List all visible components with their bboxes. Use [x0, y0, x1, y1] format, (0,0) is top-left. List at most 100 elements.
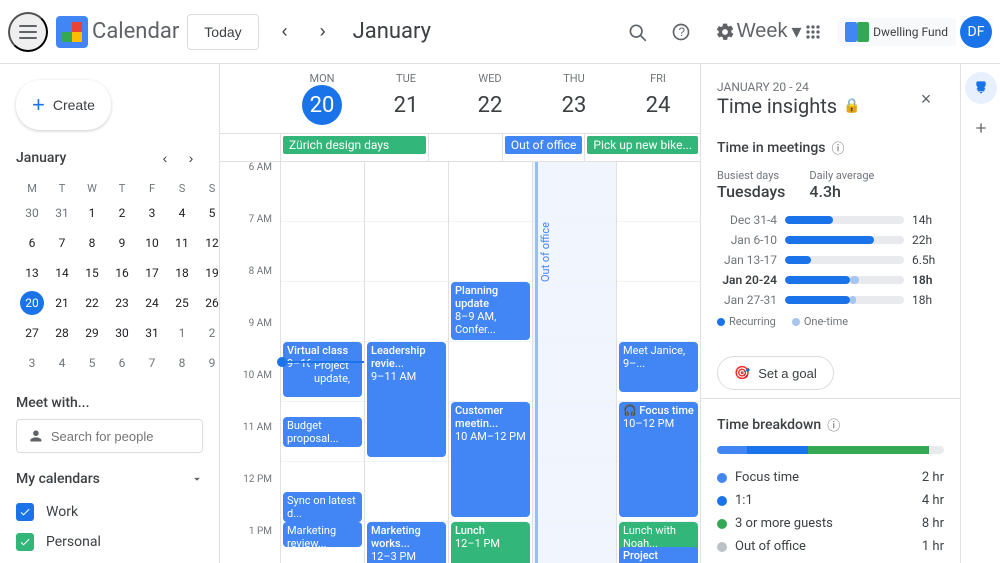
mini-cal-day[interactable]: 18	[168, 259, 196, 287]
mini-cal-day[interactable]: 30	[18, 199, 46, 227]
search-button[interactable]	[617, 12, 657, 52]
calendar-personal[interactable]: Personal	[0, 527, 219, 557]
mini-cal-day[interactable]: 31	[48, 199, 76, 227]
mini-cal-day[interactable]: 8	[168, 349, 196, 377]
mini-cal-day[interactable]: 1	[168, 319, 196, 347]
day-header-fri[interactable]: FRI 24	[616, 64, 700, 133]
menu-icon[interactable]	[8, 12, 48, 52]
mini-cal-day[interactable]: 27	[18, 319, 46, 347]
budget-proposal-event[interactable]: Budget proposal...	[283, 417, 362, 447]
sync-event[interactable]: Sync on latest d...	[283, 492, 362, 522]
mini-cal-day[interactable]: 13	[18, 259, 46, 287]
out-of-office-event[interactable]: Out of office	[505, 136, 583, 154]
leadership-review-event[interactable]: Leadership revie... 9–11 AM	[367, 342, 446, 457]
lunch-event[interactable]: Lunch 12–1 PM	[451, 522, 530, 563]
view-selector[interactable]: Week ▾	[749, 12, 789, 52]
mini-cal-day[interactable]: 19	[198, 259, 220, 287]
project-planning-event[interactable]: Project planning... 12:30–2:30 PM	[619, 547, 698, 563]
info-icon[interactable]: ⓘ	[831, 138, 844, 157]
mini-cal-day[interactable]: 8	[78, 229, 106, 257]
marketing-review-event[interactable]: Marketing review...	[283, 522, 362, 547]
day-header-tue[interactable]: TUE 21	[364, 64, 448, 133]
mini-cal-day[interactable]: 5	[78, 349, 106, 377]
mini-cal-day[interactable]: 3	[18, 349, 46, 377]
mini-cal-day[interactable]: 15	[78, 259, 106, 287]
mini-cal-day[interactable]: 26	[198, 289, 220, 317]
mini-cal-day[interactable]: 1	[78, 199, 106, 227]
project-update-event[interactable]: Project update,	[310, 357, 362, 397]
fri-col[interactable]: Meet Janice, 9–... 🎧 Focus time 10–12 PM…	[616, 162, 700, 563]
mini-cal-prev[interactable]: ‹	[153, 146, 177, 170]
marketing-workshop-event[interactable]: Marketing works... 12–3 PM Meeting room …	[367, 522, 446, 563]
next-button[interactable]: ›	[305, 14, 341, 50]
day-header-mon[interactable]: MON 20	[280, 64, 364, 133]
mini-cal-day[interactable]: 30	[108, 319, 136, 347]
insights-close-button[interactable]: ×	[908, 81, 944, 117]
mini-cal-day[interactable]: 2	[108, 199, 136, 227]
add-action-button[interactable]	[965, 112, 997, 144]
day-header-thu[interactable]: THU 23	[532, 64, 616, 133]
my-calendars-header[interactable]: My calendars	[0, 461, 219, 497]
mini-cal-day[interactable]: 6	[18, 229, 46, 257]
keep-button[interactable]	[965, 72, 997, 104]
mini-cal-day[interactable]: 16	[108, 259, 136, 287]
tue-col[interactable]: Leadership revie... 9–11 AM Marketing wo…	[364, 162, 448, 563]
app-logo[interactable]: Calendar	[56, 16, 179, 48]
mini-cal-day[interactable]: 7	[48, 229, 76, 257]
mon-col[interactable]: Virtual class 9–10 AM Project update, Bu…	[280, 162, 364, 563]
create-button[interactable]: + Create	[16, 80, 111, 130]
mini-cal-day[interactable]: 4	[168, 199, 196, 227]
mini-cal-today[interactable]: 20	[18, 289, 46, 317]
my-calendars-collapse[interactable]	[183, 465, 211, 493]
breakdown-info-icon[interactable]: ⓘ	[827, 415, 840, 434]
help-button[interactable]: ?	[661, 12, 701, 52]
mini-cal-day[interactable]: 3	[138, 199, 166, 227]
all-day-thu[interactable]: Out of office	[502, 134, 585, 161]
day-header-wed[interactable]: WED 22	[448, 64, 532, 133]
mini-cal-day[interactable]: 11	[168, 229, 196, 257]
all-day-wed[interactable]	[428, 134, 502, 161]
mini-cal-day[interactable]: 2	[198, 319, 220, 347]
mini-cal-day[interactable]: 17	[138, 259, 166, 287]
mini-cal-day[interactable]: 5	[198, 199, 220, 227]
mini-cal-day[interactable]: 4	[48, 349, 76, 377]
search-people-container[interactable]	[16, 419, 203, 453]
apps-button[interactable]	[793, 12, 833, 52]
meet-janice-event[interactable]: Meet Janice, 9–...	[619, 342, 698, 392]
mini-cal-day[interactable]: 31	[138, 319, 166, 347]
mini-cal-day[interactable]: 23	[108, 289, 136, 317]
mini-cal-day[interactable]: 29	[78, 319, 106, 347]
customer-meeting-event[interactable]: Customer meetin... 10 AM–12 PM	[451, 402, 530, 517]
mini-cal-day[interactable]: 24	[138, 289, 166, 317]
prev-button[interactable]: ‹	[267, 14, 303, 50]
avatar[interactable]: DF	[960, 16, 992, 48]
mini-cal-day[interactable]: 14	[48, 259, 76, 287]
mini-cal-day[interactable]: 25	[168, 289, 196, 317]
all-day-fri[interactable]: Pick up new bike...	[584, 134, 700, 161]
calendar-work[interactable]: Work	[0, 497, 219, 527]
all-day-mon[interactable]: Zürich design days	[280, 134, 428, 161]
mini-cal-day[interactable]: 9	[108, 229, 136, 257]
planning-update-event[interactable]: Planning update 8–9 AM, Confer...	[451, 282, 530, 340]
wed-col[interactable]: Planning update 8–9 AM, Confer... Custom…	[448, 162, 532, 563]
pick-up-bike-event[interactable]: Pick up new bike...	[587, 136, 698, 154]
personal-checkbox[interactable]	[16, 533, 34, 551]
mini-cal-day[interactable]: 21	[48, 289, 76, 317]
today-button[interactable]: Today	[187, 14, 258, 50]
mini-cal-day[interactable]: 10	[138, 229, 166, 257]
mini-cal-title[interactable]: January	[16, 150, 66, 166]
set-goal-button[interactable]: 🎯 Set a goal	[717, 356, 834, 390]
mini-cal-next[interactable]: ›	[179, 146, 203, 170]
search-people-input[interactable]	[51, 429, 190, 444]
thu-col[interactable]: Out of office	[532, 162, 616, 563]
mini-cal-day[interactable]: 9	[198, 349, 220, 377]
mini-cal-day[interactable]: 28	[48, 319, 76, 347]
mini-cal-day[interactable]: 22	[78, 289, 106, 317]
zurich-event[interactable]: Zürich design days	[283, 136, 426, 154]
mini-cal-day[interactable]: 6	[108, 349, 136, 377]
work-checkbox[interactable]	[16, 503, 34, 521]
mini-cal-day[interactable]: 12	[198, 229, 220, 257]
focus-time-fri-event[interactable]: 🎧 Focus time 10–12 PM	[619, 402, 698, 517]
calendar-tasks[interactable]: Tasks	[0, 557, 219, 563]
mini-cal-day[interactable]: 7	[138, 349, 166, 377]
